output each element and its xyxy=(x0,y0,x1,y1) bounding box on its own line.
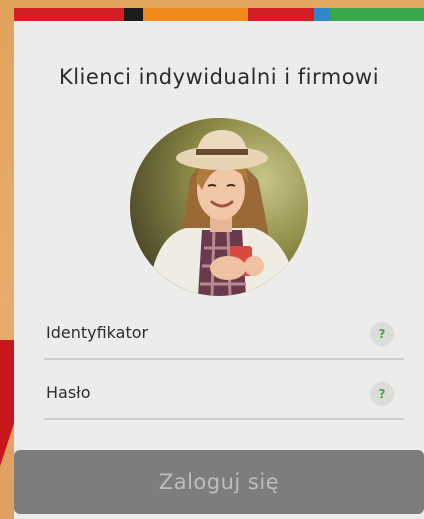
stripe-segment xyxy=(195,8,248,21)
stripe-segment xyxy=(248,8,314,21)
login-id-help-icon[interactable]: ? xyxy=(370,322,394,346)
stripe-segment xyxy=(14,8,124,21)
avatar-photo xyxy=(130,118,308,296)
stripe-segment xyxy=(330,8,424,21)
login-id-field[interactable]: Identyfikator ? xyxy=(44,308,404,360)
password-label: Hasło xyxy=(46,383,91,402)
stripe-segment xyxy=(314,8,330,21)
password-help-icon[interactable]: ? xyxy=(370,382,394,406)
login-id-label: Identyfikator xyxy=(46,323,149,342)
login-card: Klienci indywidualni i firmowi Identyfik… xyxy=(14,8,424,519)
stripe-segment xyxy=(143,8,195,21)
password-field[interactable]: Hasło ? xyxy=(44,368,404,420)
avatar-illustration xyxy=(130,118,308,296)
stripe-segment xyxy=(124,8,143,21)
login-button[interactable]: Zaloguj się xyxy=(14,450,424,514)
page-title: Klienci indywidualni i firmowi xyxy=(58,65,380,89)
brand-color-stripe xyxy=(14,8,424,21)
